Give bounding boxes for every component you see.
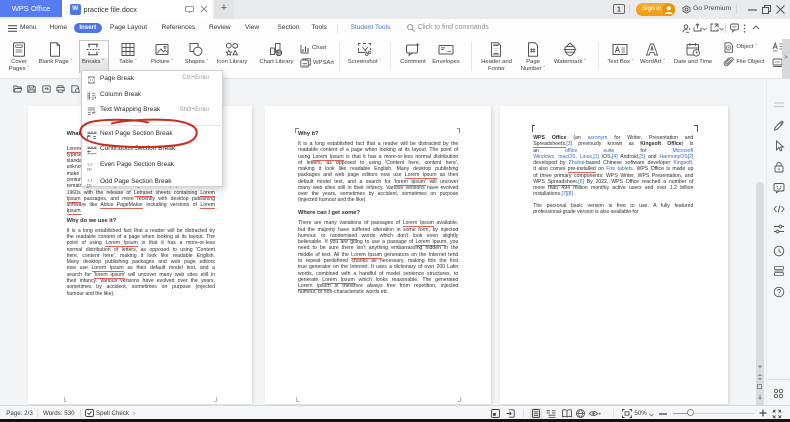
svg-text:[4]: [4]: [87, 167, 91, 172]
svg-text:[3]: [3]: [87, 183, 91, 188]
svg-text:1: 1: [617, 7, 621, 14]
